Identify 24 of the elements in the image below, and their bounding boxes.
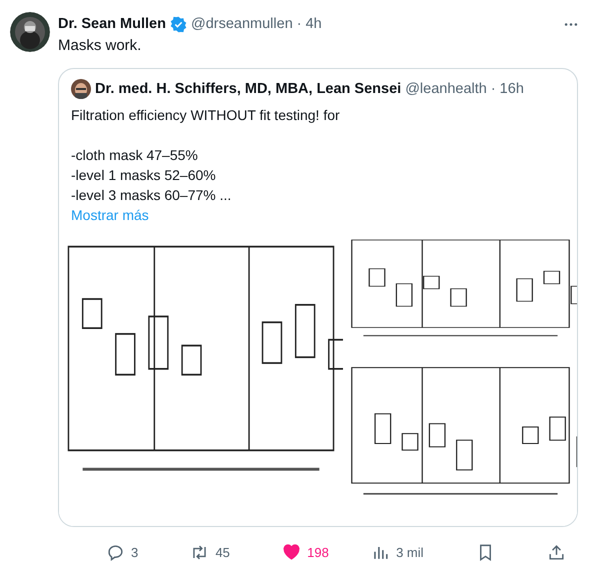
more-options-icon[interactable] <box>564 22 578 26</box>
action-count: 3 <box>131 545 138 560</box>
author-name[interactable]: Dr. Sean Mullen <box>58 14 166 34</box>
action-button[interactable] <box>546 543 566 562</box>
action-count: 45 <box>215 545 230 560</box>
quoted-tweet-text: -cloth mask 47–55% <box>71 146 199 165</box>
quoted-tweet-text: -level 3 masks 60–77% ... <box>71 186 232 205</box>
quoted-author-handle: @leanhealth <box>405 80 487 99</box>
quoted-tweet-text: -level 1 masks 52–60% <box>71 166 217 185</box>
action-button[interactable]: 3 <box>106 543 138 562</box>
share-icon <box>546 543 566 562</box>
action-count: 3 mil <box>396 545 424 560</box>
quoted-post-time: · 16h <box>490 80 524 99</box>
action-count: 198 <box>307 545 329 560</box>
action-button[interactable]: 3 mil <box>371 543 424 562</box>
quoted-tweet-card[interactable]: Dr. med. H. Schiffers, MD, MBA, Lean Sensei @leanhealth · 16h Filtration efficiency WITHOUT fit testing! for -cloth mask 47–55% -level 1 masks 52–60% -level 3 masks 60–77% ... Mostrar más <box>58 68 578 527</box>
post-time[interactable]: · 4h <box>296 14 322 34</box>
action-button[interactable]: 45 <box>190 543 230 562</box>
quoted-tweet-text: Filtration efficiency WITHOUT fit testing! for <box>71 106 341 125</box>
speech-bubble-icon <box>106 543 125 562</box>
quoted-author-name: Dr. med. H. Schiffers, MD, MBA, Lean Sensei <box>95 80 402 99</box>
tweet-text: Masks work. <box>58 36 142 56</box>
action-button[interactable]: 198 <box>282 543 329 562</box>
author-handle[interactable]: @drseanmullen <box>190 14 293 34</box>
